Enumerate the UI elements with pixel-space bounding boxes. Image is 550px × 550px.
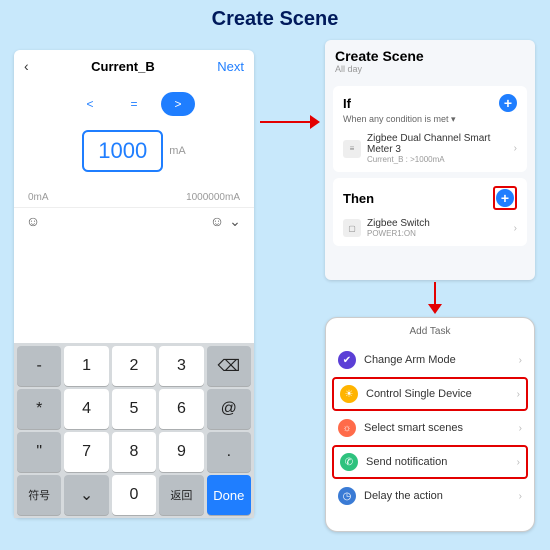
task-label: Select smart scenes [364,422,511,434]
task-delay-action[interactable]: ◷ Delay the action › [326,479,534,513]
key-7[interactable]: 7 [64,432,108,472]
page-title: Create Scene [0,0,550,35]
create-scene-panel: Create Scene All day If + When any condi… [325,40,535,280]
next-button[interactable]: Next [217,59,244,74]
arrow-right-icon [260,112,320,132]
meter-icon: ≡ [343,140,361,158]
chevron-right-icon: › [514,143,517,154]
task-label: Send notification [366,456,509,468]
if-card: If + When any condition is met ▾ ≡ Zigbe… [333,86,527,172]
task-label: Control Single Device [366,388,509,400]
range-max: 1000000mA [186,192,240,203]
key-return[interactable]: 返回 [159,475,203,515]
key-5[interactable]: 5 [112,389,156,429]
arrow-down-icon [425,282,445,314]
range-min: 0mA [28,192,49,203]
then-device-row[interactable]: ▢ Zigbee Switch POWER1:ON › [343,218,517,238]
emoji-icon[interactable]: ☺ [24,212,42,230]
scene-schedule: All day [325,64,535,80]
if-condition-mode[interactable]: When any condition is met ▾ [343,114,517,125]
key-mic[interactable]: ⌄ [64,475,108,515]
chevron-right-icon: › [519,423,522,434]
key-1[interactable]: 1 [64,346,108,386]
op-greater-than[interactable]: > [161,92,195,116]
key-8[interactable]: 8 [112,432,156,472]
value-editor-panel: ‹ Current_B Next < = > 1000 mA 0mA 10000… [14,50,254,518]
scene-icon: ☼ [338,419,356,437]
op-less-than[interactable]: < [73,92,107,116]
key-3[interactable]: 3 [159,346,203,386]
key-star[interactable]: * [17,389,61,429]
op-equal[interactable]: = [117,92,151,116]
value-unit: mA [169,145,186,157]
key-6[interactable]: 6 [159,389,203,429]
task-label: Change Arm Mode [364,354,511,366]
then-label: Then [343,191,374,206]
key-0[interactable]: 0 [112,475,156,515]
key-period[interactable]: . [207,432,251,472]
key-2[interactable]: 2 [112,346,156,386]
then-device-detail: POWER1:ON [367,229,508,238]
key-4[interactable]: 4 [64,389,108,429]
scene-title: Create Scene [325,48,535,64]
key-done[interactable]: Done [207,475,251,515]
task-label: Delay the action [364,490,511,502]
chevron-right-icon: › [519,355,522,366]
add-task-highlight: + [493,186,517,210]
if-device-name: Zigbee Dual Channel Smart Meter 3 [367,133,508,155]
task-change-arm-mode[interactable]: ✔ Change Arm Mode › [326,343,534,377]
key-backspace[interactable]: ⌫ [207,346,251,386]
key-minus[interactable]: - [17,346,61,386]
add-task-panel: Add Task ✔ Change Arm Mode › ☀ Control S… [325,317,535,532]
then-card: Then + ▢ Zigbee Switch POWER1:ON › [333,178,527,246]
if-label: If [343,96,351,111]
task-send-notification[interactable]: ✆ Send notification › [332,445,528,479]
chevron-right-icon: › [514,223,517,234]
clock-icon: ◷ [338,487,356,505]
task-control-single-device[interactable]: ☀ Control Single Device › [332,377,528,411]
value-input[interactable]: 1000 [82,130,163,172]
switch-icon: ▢ [343,219,361,237]
chevron-right-icon: › [517,457,520,468]
chevron-right-icon: › [517,389,520,400]
chevron-down-icon[interactable]: ⌄ [226,212,244,230]
numeric-keypad: - 1 2 3 ⌫ * 4 5 6 @ " 7 8 9 . 符号 ⌄ 0 返回 … [14,343,254,518]
key-quote[interactable]: " [17,432,61,472]
back-button[interactable]: ‹ [24,58,29,74]
add-task-title: Add Task [326,324,534,343]
notification-icon: ✆ [340,453,358,471]
add-condition-button[interactable]: + [499,94,517,112]
then-device-name: Zigbee Switch [367,218,508,229]
bulb-icon: ☀ [340,385,358,403]
key-symbol[interactable]: 符号 [17,475,61,515]
smile-icon[interactable]: ☺ [208,212,226,230]
shield-icon: ✔ [338,351,356,369]
key-9[interactable]: 9 [159,432,203,472]
key-at[interactable]: @ [207,389,251,429]
if-device-row[interactable]: ≡ Zigbee Dual Channel Smart Meter 3 Curr… [343,133,517,164]
chevron-right-icon: › [519,491,522,502]
editor-title: Current_B [91,59,155,74]
add-task-button[interactable]: + [496,189,514,207]
if-device-detail: Current_B : >1000mA [367,155,508,164]
task-select-smart-scenes[interactable]: ☼ Select smart scenes › [326,411,534,445]
